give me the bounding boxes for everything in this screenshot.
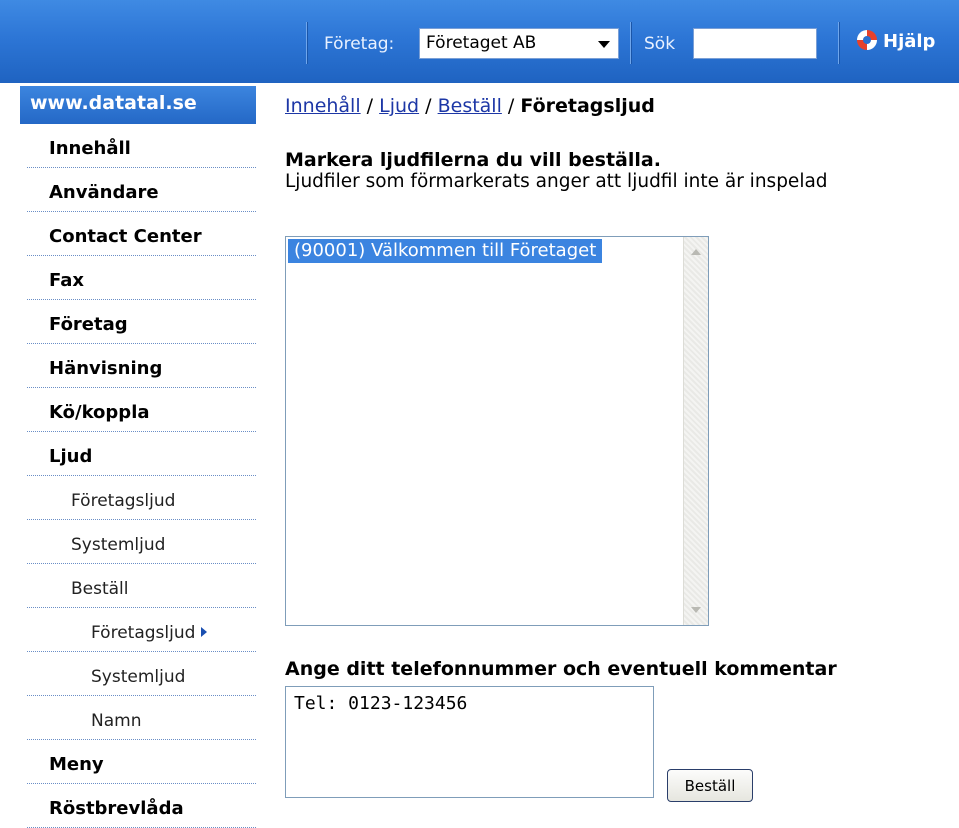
order-button[interactable]: Beställ bbox=[667, 769, 753, 802]
sidebar-item-label: Företagsljud bbox=[91, 623, 196, 643]
search-input[interactable] bbox=[693, 28, 817, 59]
sidebar-item-label: Beställ bbox=[71, 579, 129, 599]
sidebar-item-label: Innehåll bbox=[49, 138, 131, 159]
sidebar-item-label: Hänvisning bbox=[49, 358, 163, 379]
sidebar-item-bestall[interactable]: Beställ bbox=[27, 564, 256, 608]
sidebar-item-anvandare[interactable]: Användare bbox=[27, 168, 256, 212]
sidebar-item-label: Användare bbox=[49, 182, 159, 203]
sidebar-item-rostbrevlada[interactable]: Röstbrevlåda bbox=[27, 784, 256, 828]
sidebar-item-label: Contact Center bbox=[49, 226, 202, 247]
sidebar-item-label: Namn bbox=[91, 711, 142, 731]
help-label: Hjälp bbox=[883, 31, 936, 52]
lifebuoy-icon bbox=[857, 30, 877, 50]
breadcrumb-current: Företagsljud bbox=[520, 95, 655, 117]
sidebar-item-bestall-foretagsljud[interactable]: Företagsljud bbox=[27, 608, 256, 652]
active-arrow-icon bbox=[201, 627, 208, 637]
instruction-title: Markera ljudfilerna du vill beställa. bbox=[285, 149, 661, 171]
sidebar-item-label: Röstbrevlåda bbox=[49, 798, 184, 819]
sidebar-item-label: Meny bbox=[49, 754, 104, 775]
sidebar-item-label: Företag bbox=[49, 314, 128, 335]
company-label: Företag: bbox=[324, 34, 395, 54]
breadcrumb-separator: / bbox=[366, 95, 374, 117]
listbox-scrollbar[interactable] bbox=[683, 237, 708, 625]
sidebar-item-label: Kö/koppla bbox=[49, 402, 150, 423]
sound-file-listbox[interactable]: (90001) Välkommen till Företaget bbox=[285, 236, 709, 626]
sidebar-item-label-active: Företagsljud bbox=[91, 623, 208, 643]
toolbar-divider bbox=[306, 22, 308, 64]
search-label: Sök bbox=[644, 34, 676, 54]
sidebar-item-label: Ljud bbox=[49, 446, 93, 467]
breadcrumb-separator: / bbox=[425, 95, 432, 117]
top-bar: Företag: Företaget AB Sök Hjälp bbox=[0, 0, 959, 83]
sidebar-item-contact-center[interactable]: Contact Center bbox=[27, 212, 256, 256]
sidebar-item-bestall-systemljud[interactable]: Systemljud bbox=[27, 652, 256, 696]
sidebar-item-innehall[interactable]: Innehåll bbox=[27, 124, 256, 168]
breadcrumb-link-innehall[interactable]: Innehåll bbox=[285, 95, 361, 117]
help-link[interactable]: Hjälp bbox=[857, 30, 935, 52]
breadcrumb-link-ljud[interactable]: Ljud bbox=[379, 95, 419, 117]
sidebar-item-label: Systemljud bbox=[71, 535, 166, 555]
scroll-down-icon[interactable] bbox=[691, 607, 701, 613]
sidebar-item-label: Fax bbox=[49, 270, 84, 291]
toolbar-divider bbox=[630, 22, 632, 64]
sidebar-item-label: Företagsljud bbox=[71, 491, 176, 511]
sidebar-item-ljud-foretagsljud[interactable]: Företagsljud bbox=[27, 476, 256, 520]
company-select-value: Företaget AB bbox=[426, 33, 537, 53]
toolbar-divider bbox=[838, 22, 840, 64]
phone-comment-textarea[interactable]: Tel: 0123-123456 bbox=[285, 686, 654, 798]
sidebar-item-meny[interactable]: Meny bbox=[27, 740, 256, 784]
main-content: Innehåll / Ljud / Beställ / Företagsljud… bbox=[256, 83, 959, 817]
sidebar-item-foretag[interactable]: Företag bbox=[27, 300, 256, 344]
chevron-down-icon bbox=[598, 41, 610, 48]
instruction-text: Ljudfiler som förmarkerats anger att lju… bbox=[285, 171, 828, 192]
sidebar-item-label: Systemljud bbox=[91, 667, 186, 687]
phone-comment-label: Ange ditt telefonnummer och eventuell ko… bbox=[285, 658, 837, 680]
site-header: www.datatal.se bbox=[20, 86, 256, 124]
breadcrumb-separator: / bbox=[507, 95, 515, 117]
breadcrumb: Innehåll / Ljud / Beställ / Företagsljud bbox=[285, 95, 655, 117]
sidebar-item-hanvisning[interactable]: Hänvisning bbox=[27, 344, 256, 388]
breadcrumb-link-bestall[interactable]: Beställ bbox=[438, 95, 502, 117]
sidebar-item-ljud-systemljud[interactable]: Systemljud bbox=[27, 520, 256, 564]
sidebar-item-ko-koppla[interactable]: Kö/koppla bbox=[27, 388, 256, 432]
sidebar: www.datatal.se Innehåll Användare Contac… bbox=[0, 83, 256, 828]
sidebar-item-fax[interactable]: Fax bbox=[27, 256, 256, 300]
sidebar-item-ljud[interactable]: Ljud bbox=[27, 432, 256, 476]
company-select[interactable]: Företaget AB bbox=[419, 28, 619, 59]
sidebar-item-bestall-namn[interactable]: Namn bbox=[27, 696, 256, 740]
scroll-up-icon[interactable] bbox=[691, 249, 701, 255]
sound-file-option[interactable]: (90001) Välkommen till Företaget bbox=[288, 239, 603, 263]
